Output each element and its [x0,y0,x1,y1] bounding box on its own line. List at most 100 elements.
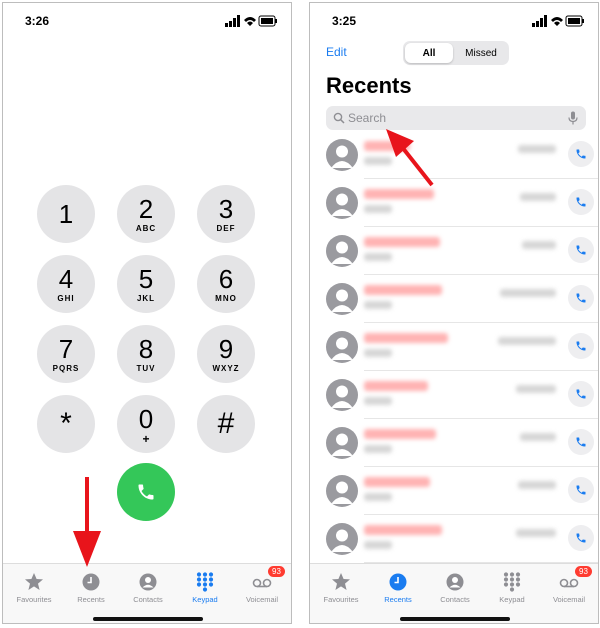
redacted-call-type [364,541,392,549]
key-digit: * [60,407,72,440]
key-letters: ABC [135,223,157,233]
recent-call-row[interactable] [310,227,598,275]
phone-icon [576,389,586,399]
redacted-contact-name [364,237,440,247]
redacted-contact-name [364,477,430,487]
phone-icon [576,533,586,543]
tab-voicemail[interactable]: Voicemail 93 [233,566,291,604]
redacted-call-type [364,445,392,453]
key-digit: 4 [58,263,74,294]
call-back-button[interactable] [568,141,594,167]
key-7[interactable]: 7 PQRS [37,325,95,383]
tab-contacts[interactable]: Contacts [119,572,177,604]
microphone-icon[interactable] [568,111,578,125]
edit-button[interactable]: Edit [326,45,347,59]
call-back-button[interactable] [568,381,594,407]
voicemail-badge: 93 [575,566,592,577]
recent-call-row[interactable] [310,419,598,467]
contact-placeholder-icon [331,337,353,360]
recent-call-row[interactable] [310,515,598,563]
key-9[interactable]: 9 WXYZ [197,325,255,383]
redacted-call-type [364,493,392,501]
avatar [326,379,358,411]
tab-label: Favourites [16,595,52,604]
key-digit: 5 [138,263,154,294]
call-back-button[interactable] [568,237,594,263]
person-icon [139,573,157,591]
key-digit: 9 [218,333,234,364]
redacted-call-date [520,193,556,201]
status-time: 3:26 [25,14,50,28]
key-2[interactable]: 2 ABC [117,185,175,243]
voicemail-badge: 93 [268,566,285,577]
key-hash[interactable]: # [197,395,255,453]
redacted-contact-name [364,189,434,199]
recent-call-row[interactable] [310,323,598,371]
key-letters: JKL [136,293,156,303]
redacted-call-type [364,253,392,261]
redacted-call-date [500,289,556,297]
contact-placeholder-icon [331,433,353,456]
status-icons [532,15,584,27]
tab-keypad[interactable]: Keypad [483,572,541,604]
tab-label: Keypad [192,595,218,604]
key-5[interactable]: 5 JKL [117,255,175,313]
segment-missed[interactable]: Missed [455,43,507,63]
tab-favourites[interactable]: Favourites [312,572,370,604]
key-letters: PQRS [52,363,80,373]
recent-call-row[interactable] [310,179,598,227]
redacted-call-date [518,145,556,153]
keypad-screen: 3:26 1 2 ABC 3 DEF 4 GHI 5 JKL 6 MNO 7 PQRS 8 TUV 9 WXYZ… [2,2,292,624]
key-1[interactable]: 1 [37,185,95,243]
segment-all[interactable]: All [405,43,453,63]
status-bar: 3:26 [3,3,291,39]
key-digit: 0 [138,404,154,434]
tab-keypad[interactable]: Keypad [176,572,234,604]
tab-label: Recents [384,595,412,604]
recents-filter-segmented-control: All Missed [403,41,509,65]
avatar [326,139,358,171]
tab-favourites[interactable]: Favourites [5,572,63,604]
tab-voicemail[interactable]: Voicemail 93 [540,566,598,604]
phone-icon [576,437,586,447]
tab-contacts[interactable]: Contacts [426,572,484,604]
contact-placeholder-icon [331,193,353,216]
redacted-call-date [498,337,556,345]
phone-icon [138,484,154,500]
call-back-button[interactable] [568,333,594,359]
key-8[interactable]: 8 TUV [117,325,175,383]
recent-call-row[interactable] [310,371,598,419]
star-icon [332,573,350,590]
person-icon [446,573,464,591]
home-indicator [93,617,203,621]
key-digit: # [217,407,235,440]
call-button[interactable] [117,463,175,521]
key-3[interactable]: 3 DEF [197,185,255,243]
tab-recents[interactable]: Recents [369,572,427,604]
key-4[interactable]: 4 GHI [37,255,95,313]
redacted-call-date [518,481,556,489]
call-back-button[interactable] [568,189,594,215]
key-letters: TUV [136,363,156,373]
avatar [326,427,358,459]
key-digit: 1 [58,199,74,229]
key-letters: GHI [57,293,75,303]
key-digit: 6 [218,263,234,294]
avatar [326,187,358,219]
key-0[interactable]: 0 + [117,395,175,453]
avatar [326,331,358,363]
recent-call-row[interactable] [310,467,598,515]
tab-recents[interactable]: Recents [62,572,120,604]
call-back-button[interactable] [568,285,594,311]
recent-call-row[interactable] [310,275,598,323]
call-back-button[interactable] [568,429,594,455]
phone-icon [576,245,586,255]
recent-call-row[interactable] [310,131,598,179]
redacted-call-type [364,301,392,309]
contact-placeholder-icon [331,529,353,552]
call-back-button[interactable] [568,477,594,503]
call-back-button[interactable] [568,525,594,551]
key-6[interactable]: 6 MNO [197,255,255,313]
search-input[interactable] [348,108,558,128]
key-star[interactable]: * [37,395,95,453]
